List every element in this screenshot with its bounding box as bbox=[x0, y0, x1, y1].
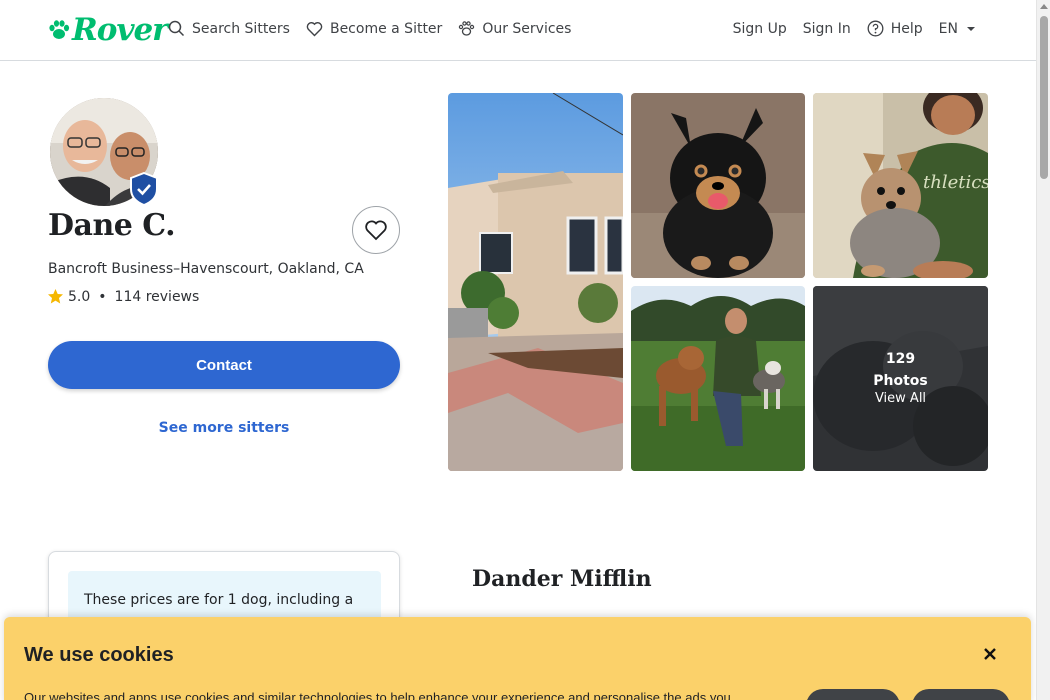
photo-label: Photos bbox=[873, 373, 928, 389]
photo-count-overlay: 129 Photos View All bbox=[813, 286, 988, 471]
paw-logo-icon bbox=[49, 20, 70, 39]
search-icon bbox=[168, 20, 185, 37]
photo-house[interactable] bbox=[448, 93, 623, 471]
rating-value: 5.0 bbox=[68, 288, 91, 305]
chevron-down-icon bbox=[967, 26, 975, 31]
cookie-accept-button[interactable] bbox=[912, 689, 1010, 700]
sitter-name: Dane C. bbox=[48, 208, 176, 243]
favorite-button[interactable] bbox=[352, 206, 400, 254]
verified-badge-icon bbox=[129, 171, 159, 207]
close-icon bbox=[984, 648, 996, 660]
paw-icon bbox=[459, 21, 475, 36]
main-nav: Search Sitters Become a Sitter Our Servi… bbox=[168, 20, 587, 37]
star-icon bbox=[48, 289, 63, 304]
contact-button[interactable]: Contact bbox=[48, 341, 400, 389]
nav-our-services[interactable]: Our Services bbox=[458, 20, 571, 37]
business-name: Dander Mifflin bbox=[472, 566, 652, 592]
photo-view-all[interactable]: 129 Photos View All bbox=[813, 286, 988, 471]
heart-icon bbox=[306, 21, 323, 36]
help-link[interactable]: Help bbox=[867, 20, 923, 37]
nav-label: Search Sitters bbox=[192, 20, 290, 37]
view-all-link[interactable]: View All bbox=[875, 391, 926, 406]
sitter-rating: 5.0 • 114 reviews bbox=[47, 288, 199, 305]
close-cookie-button[interactable] bbox=[979, 643, 1001, 665]
separator-dot: • bbox=[98, 288, 107, 305]
sitter-location: Bancroft Business–Havenscourt, Oakland, … bbox=[48, 261, 364, 277]
language-select[interactable]: EN bbox=[939, 21, 978, 37]
help-icon bbox=[867, 20, 884, 37]
nav-become-sitter[interactable]: Become a Sitter bbox=[306, 21, 442, 37]
scroll-thumb[interactable] bbox=[1040, 16, 1048, 179]
review-count[interactable]: 114 reviews bbox=[115, 289, 200, 305]
photo-black-dog[interactable] bbox=[631, 93, 805, 278]
sign-up-link[interactable]: Sign Up bbox=[733, 21, 787, 37]
help-label: Help bbox=[890, 20, 923, 37]
rover-logo[interactable]: Rover bbox=[48, 12, 169, 48]
see-more-sitters-link[interactable]: See more sitters bbox=[48, 420, 400, 436]
page-scrollbar[interactable] bbox=[1036, 0, 1050, 700]
heart-icon bbox=[365, 220, 387, 241]
cookie-description: Our websites and apps use cookies and si… bbox=[24, 690, 731, 700]
svg-text:thletics: thletics bbox=[923, 172, 988, 193]
cookie-title: We use cookies bbox=[24, 644, 174, 666]
top-nav: Rover Search Sitters Become a Sitter Our… bbox=[0, 0, 1036, 61]
logo-text: Rover bbox=[72, 12, 169, 48]
scroll-up-icon[interactable] bbox=[1040, 4, 1048, 9]
nav-search-sitters[interactable]: Search Sitters bbox=[168, 20, 290, 37]
cookie-settings-button[interactable] bbox=[806, 689, 900, 700]
sign-in-link[interactable]: Sign In bbox=[803, 21, 851, 37]
cookie-banner: We use cookies Our websites and apps use… bbox=[4, 617, 1031, 700]
nav-label: Become a Sitter bbox=[329, 20, 443, 37]
account-nav: Sign Up Sign In Help EN bbox=[717, 20, 978, 37]
nav-label: Our Services bbox=[482, 20, 572, 37]
language-label: EN bbox=[938, 20, 958, 37]
photo-count: 129 bbox=[885, 351, 916, 367]
photo-yorkie[interactable]: thletics bbox=[813, 93, 988, 278]
photo-man-with-dogs[interactable] bbox=[631, 286, 805, 471]
